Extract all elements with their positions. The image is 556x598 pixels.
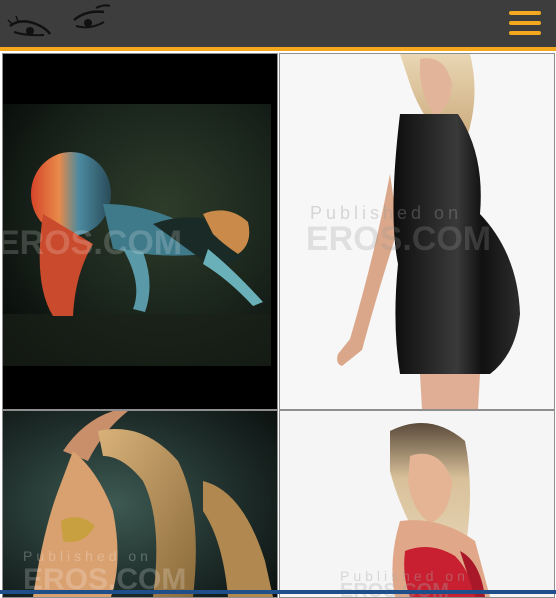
photo-image: Published on EROS.COM (280, 411, 554, 597)
gallery-photo-1[interactable]: EROS.COM (2, 53, 278, 410)
site-header (0, 0, 556, 47)
gallery-photo-2[interactable]: Published on EROS.COM (279, 53, 555, 410)
photo-watermark: EROS.COM (3, 224, 182, 262)
gallery-photo-4[interactable]: Published on EROS.COM (279, 410, 555, 598)
gallery-photo-3[interactable]: Published on EROS.COM (2, 410, 278, 598)
photo-gallery: EROS.COM Published on EROS.COM Published… (0, 51, 556, 598)
photo-watermark: Published on (23, 548, 152, 564)
site-logo[interactable] (6, 2, 114, 44)
photo-image: EROS.COM (3, 54, 277, 409)
eyes-logo-icon (7, 4, 111, 37)
photo-watermark: EROS.COM (340, 580, 449, 597)
photo-image: Published on EROS.COM (280, 54, 554, 409)
bottom-nav-bar (0, 590, 556, 594)
hamburger-menu-icon[interactable] (509, 9, 541, 37)
photo-watermark: EROS.COM (306, 220, 491, 258)
photo-image: Published on EROS.COM (3, 411, 277, 597)
